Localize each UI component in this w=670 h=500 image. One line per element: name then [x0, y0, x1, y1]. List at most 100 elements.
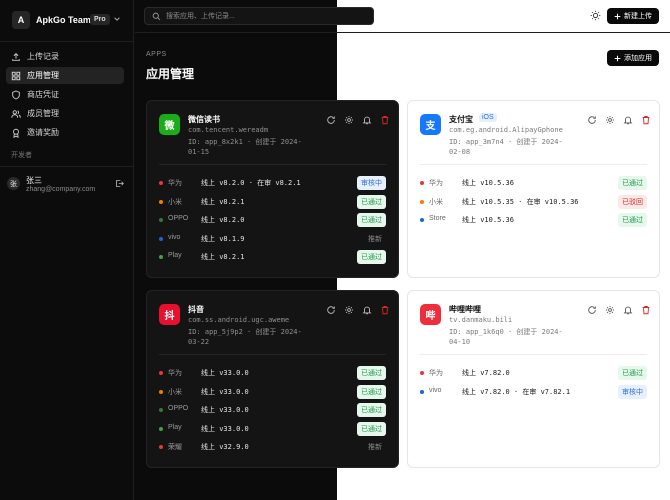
platform-tag: iOS: [479, 113, 497, 122]
gear-icon[interactable]: [344, 115, 354, 125]
sidebar-item-label: 邀请奖励: [27, 128, 59, 137]
sun-icon[interactable]: [590, 10, 601, 21]
plus-icon: [614, 13, 621, 19]
trash-icon[interactable]: [380, 305, 390, 315]
sidebar-item-label: 应用管理: [27, 71, 59, 80]
app-package: com.tencent.wereadm: [188, 126, 269, 134]
refresh-icon[interactable]: [587, 305, 597, 315]
store-list: 华为 线上 v33.0.0 已通过 小米 线上 v33.0.0 已通过 OPPO…: [159, 365, 386, 458]
trash-icon[interactable]: [641, 305, 651, 315]
store-name: vivo: [429, 386, 442, 394]
plan-badge: Pro: [90, 14, 110, 25]
gear-icon[interactable]: [605, 115, 615, 125]
breadcrumb: APPS: [146, 51, 167, 58]
divider: [420, 164, 647, 165]
app-icon: 微: [159, 114, 180, 135]
status-badge: 已通过: [357, 403, 386, 417]
sidebar-item-label: 上传记录: [27, 52, 59, 61]
store-row[interactable]: 小米 线上 v33.0.0 已通过: [159, 384, 386, 403]
bell-icon[interactable]: [362, 305, 372, 315]
store-version: 线上 v10.5.35 · 在审 v10.5.36: [462, 197, 579, 206]
store-version: 线上 v10.5.36: [462, 216, 514, 224]
team-switcher[interactable]: A ApkGo Team Pro: [0, 0, 134, 42]
app-name: 微信读书: [188, 115, 220, 124]
store-row[interactable]: vivo 线上 v8.1.9 推新: [159, 231, 386, 250]
store-version: 线上 v8.2.0: [201, 216, 245, 224]
bell-icon[interactable]: [623, 305, 633, 315]
store-version: 线上 v32.9.0: [201, 443, 249, 451]
store-row[interactable]: OPPO 线上 v8.2.0 已通过: [159, 212, 386, 231]
avatar: 张: [7, 177, 20, 190]
store-row[interactable]: 荣耀 线上 v32.9.0 推新: [159, 439, 386, 458]
app-package: com.ss.android.ugc.aweme: [188, 316, 290, 324]
store-row[interactable]: 小米 线上 v8.2.1 已通过: [159, 194, 386, 213]
new-upload-label: 新建上传: [624, 13, 652, 20]
store-row[interactable]: vivo 线上 v7.82.0 · 在审 v7.82.1 审核中: [420, 384, 647, 403]
store-row[interactable]: Store 线上 v10.5.36 已通过: [420, 212, 647, 231]
refresh-icon[interactable]: [326, 115, 336, 125]
store-dot: [159, 426, 163, 431]
app-card[interactable]: 支 支付宝 iOS com.eg.android.AlipayGphone ID…: [407, 100, 660, 278]
store-dot: [420, 371, 424, 375]
sidebar-item-credentials[interactable]: 商店凭证: [6, 86, 124, 103]
store-row[interactable]: Play 线上 v33.0.0 已通过: [159, 421, 386, 440]
store-dot: [159, 199, 163, 204]
store-row[interactable]: OPPO 线上 v33.0.0 已通过: [159, 402, 386, 421]
sidebar-item-members[interactable]: 成员管理: [6, 105, 124, 122]
app-icon: 抖: [159, 304, 180, 325]
add-app-button[interactable]: 添加应用: [607, 50, 659, 66]
store-row[interactable]: 华为 线上 v7.82.0 已通过: [420, 365, 647, 384]
status-badge: 已通过: [357, 366, 386, 380]
topbar: 搜索应用、上传记录... 新建上传: [135, 0, 670, 33]
trash-icon[interactable]: [380, 115, 390, 125]
trash-icon[interactable]: [641, 115, 651, 125]
store-version: 线上 v33.0.0: [201, 387, 249, 396]
store-name: 华为: [429, 370, 443, 377]
status-badge: 已通过: [357, 194, 386, 209]
store-version: 线上 v8.2.1: [201, 197, 245, 206]
store-dot: [159, 408, 163, 412]
store-version: 线上 v33.0.0: [201, 369, 249, 377]
store-row[interactable]: 华为 线上 v33.0.0 已通过: [159, 365, 386, 384]
status-badge: 推新: [368, 444, 382, 451]
app-card[interactable]: 哔 哔哩哔哩 tv.danmaku.bili ID: app_1k6q0 · 创…: [407, 290, 660, 468]
store-version: 线上 v10.5.36: [462, 179, 514, 187]
sidebar-item-uploads[interactable]: 上传记录: [6, 48, 124, 65]
sidebar-item-apps[interactable]: 应用管理: [6, 67, 124, 84]
store-row[interactable]: 华为 线上 v8.2.0 · 在审 v8.2.1 审核中: [159, 175, 386, 194]
app-meta: ID: app_5j9p2 · 创建于 2024-03-22: [188, 328, 302, 346]
status-badge: 审核中: [357, 176, 386, 190]
new-upload-button[interactable]: 新建上传: [607, 8, 659, 24]
app-card[interactable]: 抖 抖音 com.ss.android.ugc.aweme ID: app_5j…: [146, 290, 399, 468]
store-dot: [420, 181, 424, 185]
bell-icon[interactable]: [623, 115, 633, 125]
search-input[interactable]: 搜索应用、上传记录...: [144, 7, 374, 25]
bell-icon[interactable]: [362, 115, 372, 125]
store-row[interactable]: 华为 线上 v10.5.36 已通过: [420, 175, 647, 194]
nav-section-title: 开发者: [11, 152, 32, 159]
refresh-icon[interactable]: [326, 305, 336, 315]
team-logo: A: [12, 11, 30, 29]
store-name: Play: [168, 252, 182, 259]
sidebar-item-rewards[interactable]: 邀请奖励: [6, 124, 124, 141]
store-row[interactable]: 小米 线上 v10.5.35 · 在审 v10.5.36 已驳回: [420, 194, 647, 213]
store-version: 线上 v7.82.0: [462, 369, 510, 377]
app-name: 抖音: [188, 305, 204, 314]
store-name: 小米: [168, 388, 182, 396]
app-icon: 支: [420, 114, 441, 135]
gear-icon[interactable]: [605, 305, 615, 315]
store-version: 线上 v33.0.0: [201, 424, 249, 433]
store-dot: [159, 218, 163, 222]
sidebar-item-label: 商店凭证: [27, 90, 59, 99]
sidebar-item-label: 成员管理: [27, 109, 59, 118]
store-row[interactable]: Play 线上 v8.2.1 已通过: [159, 249, 386, 268]
store-dot: [159, 445, 163, 449]
store-dot: [159, 236, 163, 241]
app-name: 哔哩哔哩: [449, 305, 481, 314]
store-list: 华为 线上 v10.5.36 已通过 小米 线上 v10.5.35 · 在审 v…: [420, 175, 647, 231]
refresh-icon[interactable]: [587, 115, 597, 125]
logout-icon[interactable]: [115, 179, 124, 188]
app-card[interactable]: 微 微信读书 com.tencent.wereadm ID: app_8x2k1…: [146, 100, 399, 278]
status-badge: 已驳回: [618, 194, 647, 209]
gear-icon[interactable]: [344, 305, 354, 315]
